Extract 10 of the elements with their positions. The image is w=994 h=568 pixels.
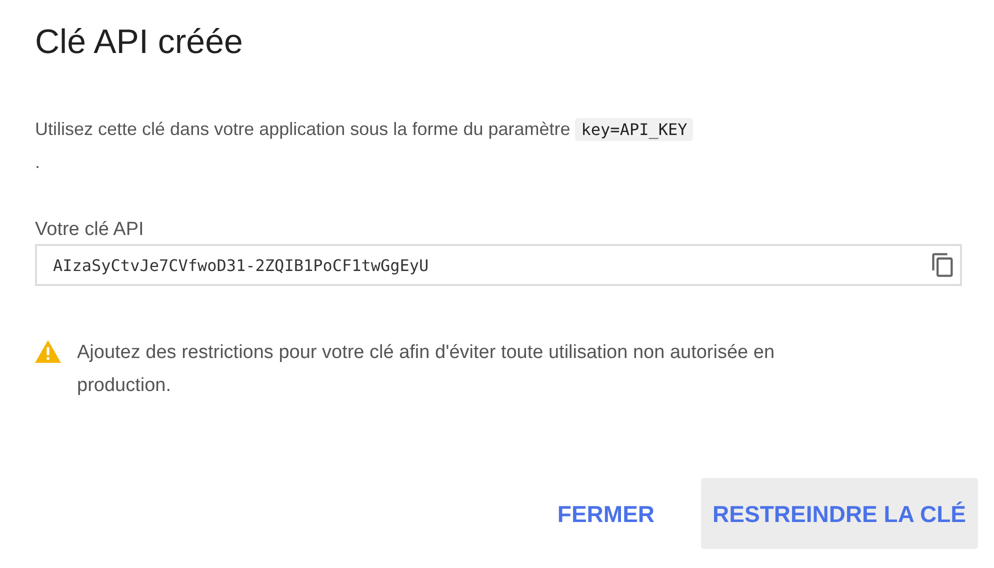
api-key-field[interactable]: AIzaSyCtvJe7CVfwoD31-2ZQIB1PoCF1twGgEyU [35,244,962,286]
warning-icon [35,340,61,364]
dialog-title: Clé API créée [35,22,244,63]
field-label: Votre clé API [35,218,145,242]
dialog-button[interactable]: RESTREINDRE LA CLÉ [700,478,978,550]
dialog-button[interactable]: FERMER [545,478,667,550]
code-snippet: key=API_KEY [575,118,694,141]
warning-text: Ajoutez des restrictions pour votre clé afin d'éviter toute utilisation non autorisée en production. [77,341,776,398]
description-period: . [35,152,40,172]
description-text: Utilisez cette clé dans votre application sous la forme du paramètre [35,118,570,139]
